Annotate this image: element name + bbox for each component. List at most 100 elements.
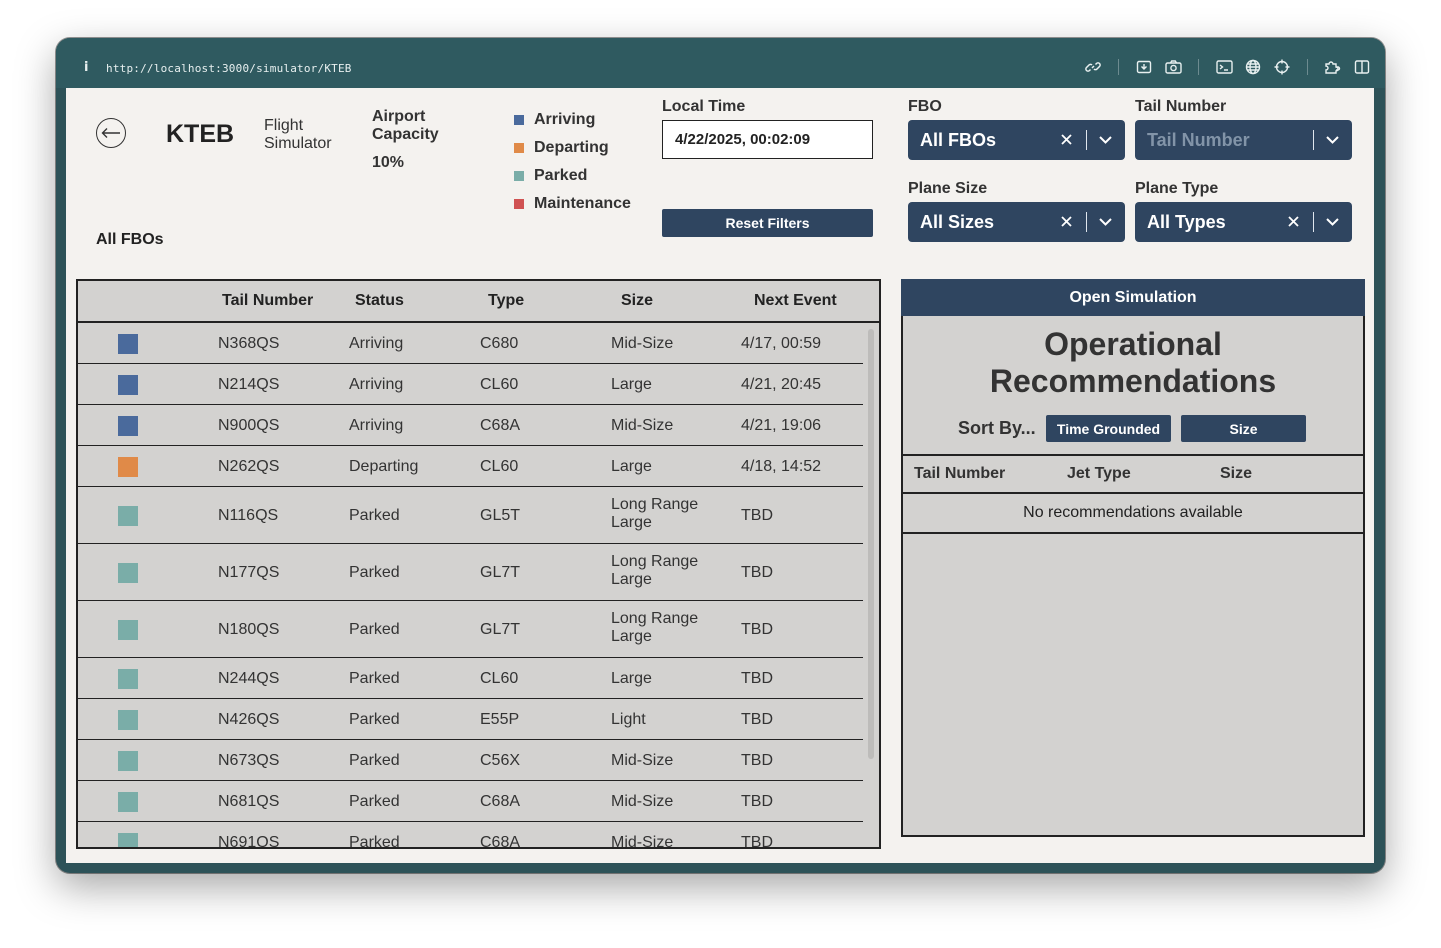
status-color-indicator (118, 832, 138, 847)
cell-type: GL7T (480, 563, 521, 581)
cell-status: Parked (349, 833, 400, 849)
cell-type: C68A (480, 792, 521, 810)
column-header-tail-number[interactable]: Tail Number (222, 292, 313, 310)
chevron-down-icon[interactable] (1097, 214, 1113, 230)
table-row[interactable]: N262QS Departing CL60 Large 4/18, 14:52 (78, 446, 863, 487)
column-header-type[interactable]: Type (488, 292, 524, 310)
globe-icon[interactable] (1244, 58, 1262, 76)
tail-filter-label: Tail Number (1135, 98, 1227, 115)
extension-icon[interactable] (1324, 58, 1342, 76)
link-icon[interactable] (1084, 58, 1102, 76)
status-color-indicator (118, 456, 138, 477)
chevron-down-icon[interactable] (1324, 214, 1340, 230)
download-icon[interactable] (1135, 58, 1153, 76)
clear-icon[interactable] (1059, 212, 1073, 230)
cell-type: C68A (480, 416, 521, 434)
cell-next-event: TBD (741, 563, 773, 581)
legend-item-arriving: Arriving (514, 106, 631, 134)
cell-size: Long Range Large (611, 610, 699, 645)
arrow-left-icon (101, 128, 120, 138)
legend-label: Maintenance (534, 195, 631, 212)
table-row[interactable]: N180QS Parked GL7T Long Range Large TBD (78, 601, 863, 658)
clear-icon[interactable] (1059, 130, 1073, 148)
cell-size: Large (611, 669, 652, 687)
cell-tail-number: N900QS (218, 416, 280, 434)
cell-status: Departing (349, 457, 419, 475)
terminal-icon[interactable] (1215, 58, 1233, 76)
local-time-input[interactable]: 4/22/2025, 00:02:09 (662, 120, 873, 159)
legend-label: Parked (534, 167, 588, 184)
cell-tail-number: N244QS (218, 669, 280, 687)
cell-tail-number: N368QS (218, 334, 280, 352)
clear-icon[interactable] (1286, 212, 1300, 230)
plane-type-select[interactable]: All Types (1135, 202, 1352, 242)
cell-status: Parked (349, 710, 400, 728)
cell-tail-number: N180QS (218, 620, 280, 638)
column-header-status[interactable]: Status (355, 292, 404, 310)
plane-size-select[interactable]: All Sizes (908, 202, 1125, 242)
cell-next-event: TBD (741, 751, 773, 769)
sort-time-grounded-button[interactable]: Time Grounded (1046, 415, 1171, 442)
chevron-down-icon[interactable] (1324, 132, 1340, 148)
sort-by-label: Sort By... (958, 418, 1036, 438)
selected-fbo-label: All FBOs (96, 231, 164, 248)
tail-number-select[interactable]: Tail Number (1135, 120, 1352, 160)
table-row[interactable]: N116QS Parked GL5T Long Range Large TBD (78, 487, 863, 544)
table-row[interactable]: N426QS Parked E55P Light TBD (78, 699, 863, 740)
cell-status: Arriving (349, 334, 404, 352)
column-header-size[interactable]: Size (621, 292, 653, 310)
cell-size: Large (611, 457, 652, 475)
table-scrollbar[interactable] (868, 329, 874, 759)
rec-column-tail-number: Tail Number (914, 465, 1006, 482)
table-row[interactable]: N691QS Parked C68A Mid-Size TBD (78, 822, 863, 849)
sidebar-icon[interactable] (1353, 58, 1371, 76)
legend-label: Arriving (534, 111, 596, 128)
browser-window: i http://localhost:3000/simulator/KTEB K… (56, 38, 1385, 873)
cell-type: CL60 (480, 669, 519, 687)
cell-status: Parked (349, 751, 400, 769)
table-row[interactable]: N244QS Parked CL60 Large TBD (78, 658, 863, 699)
status-color-indicator (118, 374, 138, 395)
cell-type: GL7T (480, 620, 521, 638)
sort-size-button[interactable]: Size (1181, 415, 1306, 442)
table-row[interactable]: N368QS Arriving C680 Mid-Size 4/17, 00:59 (78, 323, 863, 364)
reset-filters-button[interactable]: Reset Filters (662, 209, 873, 237)
cell-tail-number: N691QS (218, 833, 280, 849)
back-button[interactable] (96, 118, 126, 148)
info-icon[interactable]: i (84, 60, 88, 75)
cell-type: C68A (480, 833, 521, 849)
cell-type: GL5T (480, 506, 521, 524)
cell-next-event: TBD (741, 506, 773, 524)
status-color-indicator (118, 668, 138, 689)
legend-swatch (514, 143, 524, 153)
table-row[interactable]: N214QS Arriving CL60 Large 4/21, 20:45 (78, 364, 863, 405)
recommendations-panel: Operational Recommendations Sort By... T… (901, 316, 1365, 837)
plane-size-value: All Sizes (920, 212, 995, 232)
cell-tail-number: N681QS (218, 792, 280, 810)
cell-size: Long Range Large (611, 496, 699, 531)
fbo-select-value: All FBOs (920, 130, 997, 150)
table-row[interactable]: N673QS Parked C56X Mid-Size TBD (78, 740, 863, 781)
cell-next-event: TBD (741, 710, 773, 728)
status-color-indicator (118, 750, 138, 771)
status-color-indicator (118, 505, 138, 526)
cell-status: Parked (349, 506, 400, 524)
cell-next-event: TBD (741, 833, 773, 849)
crosshair-icon[interactable] (1273, 58, 1291, 76)
table-row[interactable]: N681QS Parked C68A Mid-Size TBD (78, 781, 863, 822)
table-body: N368QS Arriving C680 Mid-Size 4/17, 00:59 N21… (78, 323, 863, 849)
chevron-down-icon[interactable] (1097, 132, 1113, 148)
camera-icon[interactable] (1164, 58, 1182, 76)
rec-column-size: Size (1220, 465, 1253, 482)
fbo-select[interactable]: All FBOs (908, 120, 1125, 160)
address-bar[interactable]: http://localhost:3000/simulator/KTEB (106, 62, 352, 75)
table-row[interactable]: N900QS Arriving C68A Mid-Size 4/21, 19:06 (78, 405, 863, 446)
status-color-indicator (118, 562, 138, 583)
table-row[interactable]: N177QS Parked GL7T Long Range Large TBD (78, 544, 863, 601)
cell-status: Parked (349, 620, 400, 638)
open-simulation-button[interactable]: Open Simulation (901, 279, 1365, 316)
column-header-next-event[interactable]: Next Event (754, 292, 837, 310)
cell-type: C680 (480, 334, 519, 352)
status-legend: Arriving Departing Parked Maintenance (514, 106, 631, 218)
recommendations-header: Tail Number Jet Type Size (903, 454, 1363, 494)
